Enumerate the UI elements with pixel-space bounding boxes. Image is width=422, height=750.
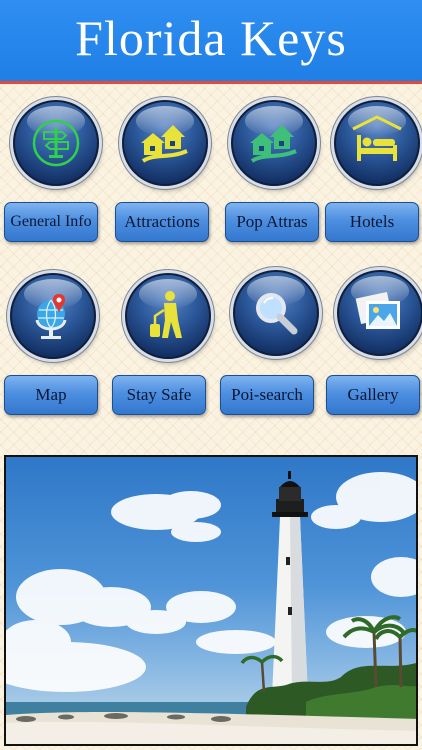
poi-search-button[interactable]: Poi-search [220, 375, 314, 415]
map-button[interactable]: Map [4, 375, 98, 415]
general-info-button[interactable]: General Info [4, 202, 98, 242]
globe-pin-icon [35, 294, 67, 339]
lighthouse-photo [4, 455, 418, 746]
lighthouse-image [6, 471, 416, 744]
attractions-button[interactable]: Attractions [115, 202, 209, 242]
poi-search-orb[interactable] [233, 270, 319, 356]
hotels-orb[interactable] [334, 100, 420, 186]
hotels-button[interactable]: Hotels [325, 202, 419, 242]
app-title: Florida Keys [75, 9, 347, 66]
stay-safe-button[interactable]: Stay Safe [112, 375, 206, 415]
houses-icon [141, 125, 188, 163]
pop-attras-button[interactable]: Pop Attras [225, 202, 319, 242]
gallery-button[interactable]: Gallery [326, 375, 420, 415]
signpost-icon [32, 119, 80, 167]
bed-icon [352, 115, 402, 161]
traveler-icon [150, 291, 182, 338]
magnifier-icon [256, 293, 298, 335]
general-info-orb[interactable] [13, 100, 99, 186]
map-orb[interactable] [10, 273, 96, 359]
houses-icon [250, 125, 297, 163]
stay-safe-orb[interactable] [125, 273, 211, 359]
pop-attras-orb[interactable] [231, 100, 317, 186]
attractions-orb[interactable] [122, 100, 208, 186]
gallery-orb[interactable] [337, 270, 422, 356]
header-bar: Florida Keys [0, 0, 422, 84]
photos-icon [355, 291, 400, 329]
